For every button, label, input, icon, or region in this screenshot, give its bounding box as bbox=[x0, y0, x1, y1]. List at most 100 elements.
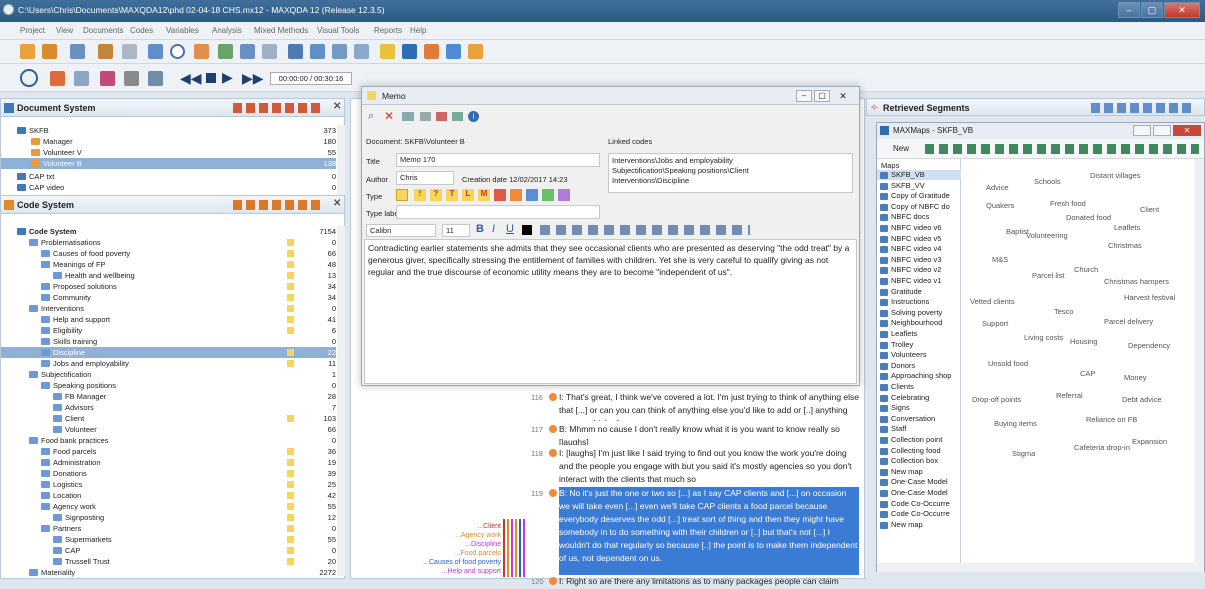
map-word[interactable]: Expansion bbox=[1132, 437, 1167, 446]
camera-icon[interactable] bbox=[124, 71, 139, 86]
map-list-item[interactable]: Copy of NBFC do bbox=[877, 202, 961, 212]
map-word[interactable]: Support bbox=[982, 319, 1008, 328]
paragraph-text[interactable]: B: Mhmm no cause I don't really know wha… bbox=[559, 423, 859, 445]
code-row[interactable]: Advisors 7 bbox=[1, 402, 336, 413]
maxmaps-close-button[interactable]: ✕ bbox=[1173, 125, 1201, 136]
info-icon[interactable]: i bbox=[468, 111, 479, 122]
memo-title-field[interactable]: Memo 170 bbox=[396, 153, 600, 167]
map-list-item[interactable]: Code Co-Occurre bbox=[877, 499, 961, 509]
map-word[interactable]: Tesco bbox=[1054, 307, 1074, 316]
close-button[interactable]: ✕ bbox=[1164, 2, 1200, 18]
close-panel-icon[interactable]: ✕ bbox=[333, 198, 341, 209]
code-stripe-bar[interactable] bbox=[515, 519, 517, 577]
memo-type-green[interactable] bbox=[542, 189, 554, 201]
map-list-item[interactable]: New map bbox=[877, 467, 961, 477]
doc-row[interactable]: CAP txt 0 bbox=[1, 171, 336, 182]
code-row[interactable]: Speaking positions 0 bbox=[1, 380, 336, 391]
menu-view[interactable]: View bbox=[56, 26, 73, 35]
map-word[interactable]: Volunteering bbox=[1026, 231, 1068, 240]
code-stripe-label[interactable]: ...Agency work bbox=[455, 532, 501, 539]
maxmaps-maximize-button[interactable] bbox=[1153, 125, 1171, 136]
code-row[interactable]: Interventions 0 bbox=[1, 303, 336, 314]
menu-help[interactable]: Help bbox=[410, 26, 426, 35]
maxmaps-toolbar-icons[interactable] bbox=[925, 144, 1199, 154]
code-row[interactable]: FB Manager 28 bbox=[1, 391, 336, 402]
code-row[interactable]: Location 42 bbox=[1, 490, 336, 501]
power-icon[interactable] bbox=[20, 69, 38, 87]
code-row[interactable]: Agency work 55 bbox=[1, 501, 336, 512]
map-list-item[interactable]: Trolley bbox=[877, 340, 961, 350]
doc-row-selected[interactable]: Volunteer B 138 bbox=[1, 158, 336, 169]
memo-dot-icon[interactable] bbox=[549, 577, 557, 585]
doc-row[interactable]: SKFB 373 bbox=[1, 125, 336, 136]
map-list-item[interactable]: Leaflets bbox=[877, 329, 961, 339]
code-configuration-icon[interactable] bbox=[288, 44, 303, 59]
map-word[interactable]: M&S bbox=[992, 255, 1008, 264]
code-stripe-label[interactable]: ...Discipline bbox=[465, 541, 501, 548]
doc-row[interactable]: Volunteer V 55 bbox=[1, 147, 336, 158]
map-word[interactable]: Church bbox=[1074, 265, 1098, 274]
save-icon[interactable] bbox=[70, 44, 85, 59]
memo-indicator-icon[interactable] bbox=[287, 250, 294, 257]
play-icon[interactable]: ▶ bbox=[222, 69, 233, 86]
underline-icon[interactable]: U bbox=[506, 223, 514, 235]
menu-documents[interactable]: Documents bbox=[83, 26, 123, 35]
map-list-item[interactable]: Solving poverty bbox=[877, 308, 961, 318]
map-word[interactable]: Distant villages bbox=[1090, 171, 1140, 180]
memo-indicator-icon[interactable] bbox=[287, 261, 294, 268]
map-word[interactable]: Donated food bbox=[1066, 213, 1111, 222]
formatting-icons[interactable] bbox=[540, 225, 750, 235]
code-row[interactable]: Client 103 bbox=[1, 413, 336, 424]
map-word[interactable]: Debt advice bbox=[1122, 395, 1162, 404]
memo-indicator-icon[interactable] bbox=[287, 547, 294, 554]
map-list-item[interactable]: SKFB_VB bbox=[877, 170, 961, 180]
memo-close-button[interactable]: ✕ bbox=[834, 90, 852, 102]
map-word[interactable]: CAP bbox=[1080, 369, 1095, 378]
memo-indicator-icon[interactable] bbox=[287, 558, 294, 565]
code-row[interactable]: Food bank practices 0 bbox=[1, 435, 336, 446]
map-word[interactable]: Unsold food bbox=[988, 359, 1028, 368]
memo-indicator-icon[interactable] bbox=[287, 283, 294, 290]
open-project-icon[interactable] bbox=[42, 44, 57, 59]
code-stripe-label[interactable]: ...Causes of food poverty bbox=[423, 559, 501, 566]
code-row-selected[interactable]: Discipline 22 bbox=[1, 347, 336, 358]
memo-indicator-icon[interactable] bbox=[287, 360, 294, 367]
bold-icon[interactable]: B bbox=[476, 223, 484, 235]
memo-type-orange[interactable] bbox=[510, 189, 522, 201]
code-row[interactable]: Meanings of FP 48 bbox=[1, 259, 336, 270]
memo-indicator-icon[interactable] bbox=[287, 536, 294, 543]
close-panel-icon[interactable]: ✕ bbox=[333, 101, 341, 112]
maximize-button[interactable]: ▢ bbox=[1141, 2, 1163, 18]
map-list-item[interactable]: Approaching shop bbox=[877, 371, 961, 381]
map-word[interactable]: Christmas bbox=[1108, 241, 1142, 250]
linked-code-item[interactable]: Interventions\Jobs and employability bbox=[612, 156, 733, 165]
export-icon[interactable] bbox=[436, 112, 447, 121]
code-row[interactable]: Partners 0 bbox=[1, 523, 336, 534]
import-icon[interactable] bbox=[98, 44, 113, 59]
map-word[interactable]: Housing bbox=[1070, 337, 1098, 346]
map-word[interactable]: Harvest festival bbox=[1124, 293, 1175, 302]
memo-indicator-icon[interactable] bbox=[287, 459, 294, 466]
map-list-item[interactable]: Gratitude bbox=[877, 287, 961, 297]
forward-icon[interactable]: ▶▶ bbox=[242, 70, 264, 87]
memo-indicator-icon[interactable] bbox=[287, 349, 294, 356]
search-icon[interactable]: ⌕ bbox=[368, 110, 374, 123]
map-list-item[interactable]: NBFC video v6 bbox=[877, 223, 961, 233]
map-word[interactable]: Fresh food bbox=[1050, 199, 1086, 208]
map-list-item[interactable]: Staff bbox=[877, 424, 961, 434]
map-word[interactable]: Reliance on FB bbox=[1086, 415, 1137, 424]
memo-dot-icon[interactable] bbox=[549, 489, 557, 497]
person-icon[interactable] bbox=[148, 71, 163, 86]
map-word[interactable]: Schools bbox=[1034, 177, 1061, 186]
code-row[interactable]: Trussell Trust 20 bbox=[1, 556, 336, 567]
document-system-toolbar-icons[interactable] bbox=[233, 103, 323, 113]
map-list-item[interactable]: NBFC video v1 bbox=[877, 276, 961, 286]
map-list-item[interactable]: NBFC video v4 bbox=[877, 244, 961, 254]
map-word[interactable]: Cafeteria drop-in bbox=[1074, 443, 1130, 452]
map-canvas[interactable]: Distant villages Schools Advice Fresh food Q… bbox=[962, 159, 1192, 563]
map-list-item[interactable]: NBFC video v5 bbox=[877, 234, 961, 244]
stop-icon[interactable] bbox=[206, 73, 216, 83]
retrieved-toolbar-icons[interactable] bbox=[1091, 103, 1191, 113]
overview-icon[interactable] bbox=[354, 44, 369, 59]
map-list-item[interactable]: Copy of Gratitude bbox=[877, 191, 961, 201]
